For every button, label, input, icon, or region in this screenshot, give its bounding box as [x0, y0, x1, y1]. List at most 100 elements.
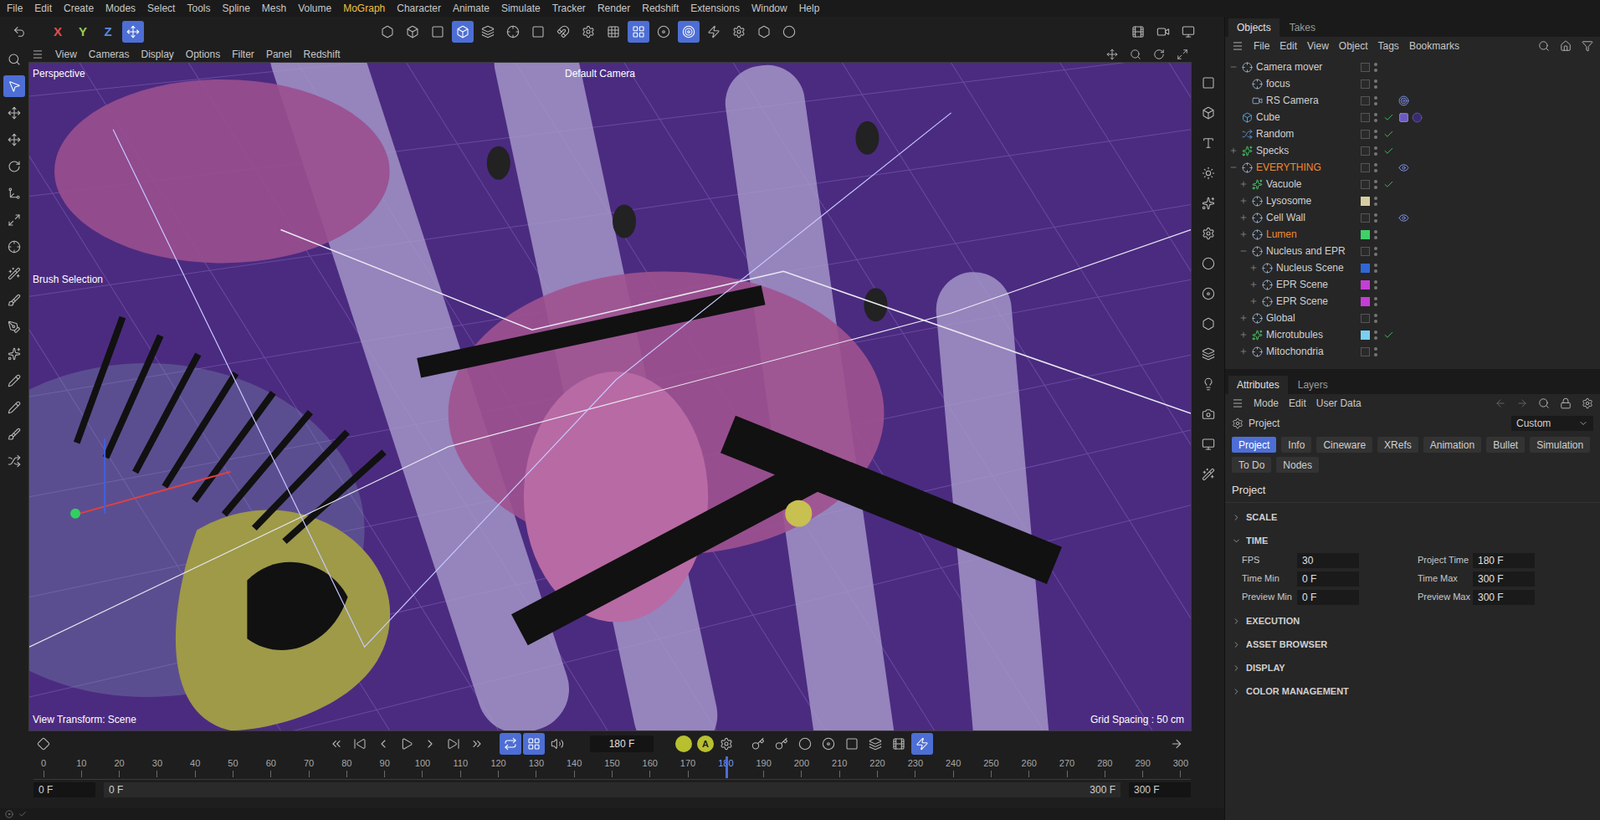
tool-icon[interactable] — [7, 293, 21, 308]
tool-icon[interactable] — [380, 25, 395, 39]
section-header[interactable]: DISPLAY — [1231, 656, 1594, 681]
object-row[interactable]: Cube — [1225, 108, 1600, 126]
layer-swatch[interactable] — [1360, 196, 1370, 206]
render-icon[interactable] — [1156, 25, 1170, 39]
tool-button[interactable] — [3, 102, 26, 124]
render-settings-button[interactable] — [1177, 20, 1200, 43]
layer-swatch[interactable] — [1360, 112, 1370, 123]
keyframe-icon[interactable] — [36, 737, 51, 751]
viewport-menu-item[interactable]: Panel — [266, 46, 293, 62]
menu-item[interactable]: Extensions — [690, 0, 740, 16]
expand-icon[interactable] — [1239, 179, 1248, 189]
object-row[interactable]: focus — [1225, 75, 1600, 93]
tool-button[interactable] — [3, 396, 26, 419]
dropdown-icon[interactable] — [1578, 418, 1589, 429]
transport-icon[interactable] — [400, 737, 414, 751]
tool-icon[interactable] — [7, 320, 21, 334]
page-tab[interactable]: Project — [1231, 436, 1277, 453]
expand-icon[interactable] — [1249, 280, 1258, 289]
collapse-icon[interactable] — [1229, 163, 1238, 172]
object-row[interactable]: RS Camera — [1225, 92, 1600, 109]
objects-menu-item[interactable]: Object — [1338, 38, 1369, 54]
layer-swatch[interactable] — [1360, 79, 1370, 89]
sphere-tag-icon[interactable] — [1411, 112, 1423, 124]
tool-button[interactable] — [3, 209, 26, 231]
object-row[interactable]: Lysosome — [1225, 192, 1600, 210]
object-name[interactable]: focus — [1266, 76, 1291, 92]
eye-tag-icon[interactable] — [1398, 212, 1410, 224]
transport-button[interactable] — [372, 733, 395, 755]
transport-button[interactable] — [348, 733, 371, 755]
tool-button[interactable] — [702, 20, 725, 43]
create-object-icon[interactable] — [1201, 437, 1216, 452]
transport-icon[interactable] — [329, 737, 344, 751]
layer-swatch[interactable] — [1360, 313, 1370, 324]
visibility-dots[interactable] — [1369, 230, 1382, 240]
value-field[interactable]: 0 F — [1297, 571, 1359, 587]
object-row[interactable]: Mitochondria — [1225, 343, 1600, 360]
create-object-button[interactable] — [1197, 132, 1220, 154]
object-name[interactable]: Cube — [1256, 109, 1281, 125]
tool-button[interactable] — [476, 20, 499, 43]
tool-button[interactable] — [778, 20, 800, 43]
menu-item[interactable]: Mesh — [261, 0, 287, 16]
expand-icon[interactable] — [1249, 263, 1258, 272]
target-tag-icon[interactable] — [1398, 95, 1410, 107]
tool-icon[interactable] — [7, 52, 21, 67]
key-tool-icon[interactable] — [868, 737, 883, 751]
tool-button[interactable] — [728, 20, 750, 43]
time-ruler[interactable]: 0102030405060708090100110120130140150160… — [33, 756, 1191, 780]
tool-icon[interactable] — [405, 25, 420, 39]
tool-button[interactable] — [552, 20, 575, 43]
tool-button[interactable] — [3, 343, 26, 365]
tool-icon[interactable] — [7, 213, 21, 227]
value-field[interactable]: 180 F — [1472, 553, 1535, 569]
object-name[interactable]: Microtubules — [1266, 327, 1324, 343]
menu-item[interactable]: Create — [63, 0, 94, 16]
loop-button[interactable] — [499, 733, 522, 755]
tool-button[interactable] — [3, 128, 26, 151]
tool-button[interactable] — [502, 20, 524, 43]
visibility-dots[interactable] — [1369, 163, 1382, 173]
tool-icon[interactable] — [7, 266, 21, 281]
expand-icon[interactable] — [1239, 330, 1248, 339]
section-header[interactable]: COLOR MANAGEMENT — [1231, 680, 1594, 704]
expand-icon[interactable] — [1231, 687, 1242, 697]
create-object-icon[interactable] — [1201, 196, 1216, 211]
menu-item[interactable]: Volume — [297, 0, 332, 16]
expand-icon[interactable] — [1231, 640, 1242, 650]
expand-icon[interactable] — [1231, 512, 1242, 523]
viewport[interactable]: PerspectiveDefault CameraBrush Selection… — [28, 61, 1192, 732]
orbit-icon[interactable] — [1153, 48, 1165, 61]
panel-menu-icon[interactable] — [1231, 397, 1244, 410]
forward-icon[interactable] — [1516, 397, 1529, 410]
axis-lock-button[interactable]: X — [46, 20, 69, 43]
undo-button[interactable] — [8, 20, 31, 43]
tool-button[interactable] — [451, 20, 474, 43]
object-name[interactable]: Mitochondria — [1266, 343, 1324, 359]
transport-button[interactable] — [325, 733, 348, 755]
tool-button[interactable] — [3, 155, 26, 178]
tool-button[interactable] — [3, 75, 26, 98]
timeline-button[interactable] — [1165, 733, 1188, 755]
page-tab[interactable]: Animation — [1423, 436, 1482, 453]
layer-swatch[interactable] — [1360, 62, 1370, 72]
tool-button[interactable] — [3, 262, 26, 285]
visibility-dots[interactable] — [1369, 330, 1382, 340]
expand-icon[interactable] — [1231, 616, 1242, 626]
camera-label[interactable]: Default Camera — [564, 66, 636, 82]
create-object-icon[interactable] — [1201, 467, 1216, 482]
object-name[interactable]: EPR Scene — [1276, 293, 1329, 309]
key-tool-button[interactable] — [841, 733, 863, 755]
value-field[interactable]: 300 F — [1472, 571, 1535, 587]
create-object-button[interactable] — [1197, 102, 1220, 124]
search-icon[interactable] — [1538, 40, 1550, 52]
object-row[interactable]: Global — [1225, 309, 1600, 327]
render-view-icon[interactable] — [1131, 25, 1145, 39]
visibility-dots[interactable] — [1369, 280, 1382, 290]
create-object-button[interactable] — [1197, 403, 1220, 426]
collapse-icon[interactable] — [1239, 246, 1248, 256]
expand-icon[interactable] — [1239, 196, 1248, 206]
page-tab[interactable]: Simulation — [1529, 436, 1590, 453]
page-tab[interactable]: To Do — [1231, 456, 1272, 473]
